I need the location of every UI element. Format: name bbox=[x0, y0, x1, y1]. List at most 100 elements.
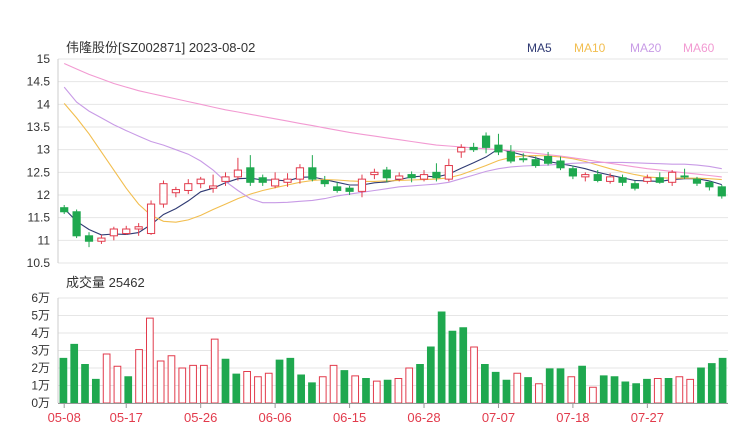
volume-tick-label: 5万 bbox=[31, 309, 50, 323]
candle-body bbox=[419, 174, 429, 180]
volume-bar bbox=[113, 365, 122, 404]
candle-body bbox=[370, 171, 379, 176]
volume-bar bbox=[232, 373, 241, 404]
legend-ma10: MA10 bbox=[574, 41, 606, 55]
candle-body bbox=[283, 178, 292, 183]
candle-body bbox=[295, 167, 305, 180]
candle-body bbox=[246, 167, 255, 183]
candle-body bbox=[97, 237, 106, 242]
volume-bar bbox=[81, 364, 89, 404]
candle-body bbox=[233, 169, 243, 178]
candle-body bbox=[122, 228, 131, 235]
volume-bar bbox=[664, 378, 673, 404]
volume-bar bbox=[156, 360, 165, 404]
volume-bar bbox=[491, 371, 500, 404]
volume-bar bbox=[653, 378, 662, 404]
ma60-line bbox=[63, 62, 722, 178]
volume-bar bbox=[502, 379, 511, 404]
candle-body bbox=[593, 174, 602, 181]
price-tick-label: 14 bbox=[37, 97, 51, 111]
volume-bar bbox=[632, 383, 640, 404]
volume-bar bbox=[556, 368, 565, 404]
price-tick-label: 12.5 bbox=[27, 165, 51, 179]
stock-chart: 伟隆股份[SZ002871] 2023-08-02 MA5 MA10 MA20 MA6… bbox=[27, 40, 728, 425]
volume-bar bbox=[135, 349, 143, 404]
candle-body bbox=[345, 187, 354, 192]
candle-body bbox=[357, 178, 367, 192]
price-grid bbox=[57, 58, 728, 264]
volume-bar bbox=[286, 357, 295, 404]
volume-bar bbox=[524, 377, 532, 404]
volume-bar bbox=[91, 378, 100, 404]
volume-tick-label: 0万 bbox=[31, 396, 50, 410]
candle-body bbox=[196, 178, 205, 185]
volume-bar bbox=[707, 363, 716, 404]
date-axis: 05-08 05-17 05-26 06-06 06-15 06-28 07-07 07-18… bbox=[48, 403, 728, 425]
volume-bar bbox=[243, 371, 251, 404]
volume-label: 成交量 25462 bbox=[66, 275, 145, 290]
volume-bar bbox=[513, 372, 522, 404]
candle-body bbox=[581, 174, 590, 178]
candle-body bbox=[320, 179, 329, 185]
volume-bar bbox=[210, 338, 219, 404]
volume-tick-label: 4万 bbox=[31, 326, 50, 340]
candle-body bbox=[457, 146, 466, 153]
volume-tick-label: 1万 bbox=[31, 379, 50, 393]
volume-bar bbox=[599, 375, 608, 404]
volume-bar bbox=[610, 376, 619, 404]
price-tick-label: 15 bbox=[37, 52, 51, 66]
candle-body bbox=[60, 207, 69, 213]
candle-body bbox=[333, 186, 342, 191]
volume-bar bbox=[567, 376, 576, 404]
candle-body bbox=[705, 181, 714, 188]
volume-bar bbox=[59, 357, 68, 404]
volume-bar bbox=[470, 346, 478, 404]
candle-body bbox=[556, 160, 565, 169]
volume-bar bbox=[437, 311, 446, 404]
candle-body bbox=[84, 235, 94, 242]
candle-body bbox=[258, 177, 267, 183]
date-label: 05-08 bbox=[48, 410, 81, 425]
price-tick-label: 14.5 bbox=[27, 75, 51, 89]
candle-body bbox=[531, 159, 540, 167]
candle-body bbox=[618, 177, 627, 183]
candle-body bbox=[159, 183, 168, 205]
volume-bar bbox=[405, 367, 414, 404]
candle-body bbox=[543, 155, 553, 164]
candle-body bbox=[308, 167, 317, 180]
volume-bar bbox=[351, 375, 360, 404]
volume-tick-label: 2万 bbox=[31, 361, 50, 375]
volume-bar bbox=[675, 376, 684, 404]
volume-bar bbox=[362, 378, 370, 404]
legend-ma5: MA5 bbox=[527, 41, 552, 55]
candle-body bbox=[407, 174, 416, 179]
candle-body bbox=[519, 158, 528, 161]
volume-bar bbox=[297, 374, 305, 404]
candle-body bbox=[469, 146, 478, 151]
candle-body bbox=[395, 175, 404, 180]
candle-body bbox=[568, 168, 578, 177]
volume-bar bbox=[426, 346, 435, 404]
volume-bar bbox=[621, 381, 630, 404]
ma-legend: MA5 MA10 MA20 MA60 bbox=[527, 41, 715, 55]
volume-bar bbox=[200, 364, 208, 404]
candle-body bbox=[444, 165, 453, 180]
volume-bar bbox=[189, 364, 197, 404]
candle-body bbox=[432, 171, 441, 179]
volume-bar bbox=[718, 357, 727, 404]
volume-bar bbox=[70, 343, 79, 404]
volume-bar bbox=[372, 380, 381, 404]
volume-bar bbox=[340, 370, 349, 404]
legend-ma60: MA60 bbox=[683, 41, 715, 55]
candle-body bbox=[717, 186, 726, 197]
date-label: 07-18 bbox=[556, 410, 589, 425]
date-label: 07-27 bbox=[631, 410, 664, 425]
volume-bar bbox=[578, 365, 586, 404]
candle-body bbox=[171, 189, 180, 194]
volume-bar bbox=[535, 383, 543, 404]
volume-bar bbox=[221, 358, 230, 404]
price-tick-label: 11 bbox=[38, 233, 51, 247]
price-tick-label: 13.5 bbox=[27, 120, 51, 134]
candle-body bbox=[630, 183, 640, 189]
date-label: 05-26 bbox=[184, 410, 217, 425]
